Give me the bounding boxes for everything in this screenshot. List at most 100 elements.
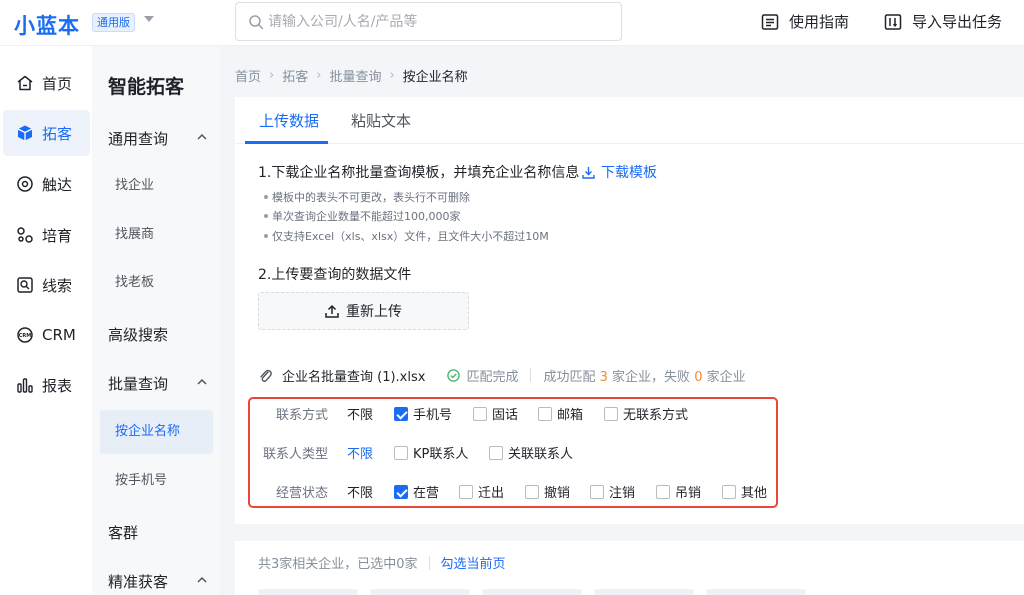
reupload-button[interactable]: 重新上传 xyxy=(258,292,469,330)
checkbox-related-contact[interactable]: 关联联系人 xyxy=(489,443,573,462)
group-label: 通用查询 xyxy=(108,130,169,148)
checkbox-checked[interactable] xyxy=(394,406,408,421)
chevron-right-icon: › xyxy=(269,68,275,83)
option-label: 手机号 xyxy=(413,408,453,423)
nurture-icon xyxy=(17,227,33,243)
group-label: 批量查询 xyxy=(108,375,169,393)
checkbox-landline[interactable]: 固话 xyxy=(473,404,518,423)
app-logo[interactable]: 小蓝本 xyxy=(14,10,80,40)
import-export-tasks-link[interactable]: 导入导出任务 xyxy=(884,11,1002,32)
nav-item-home[interactable]: 首页 xyxy=(3,60,90,106)
step1-text: 1.下载企业名称批量查询模板，并填充企业名称信息 xyxy=(258,165,580,181)
option-label: 邮箱 xyxy=(557,408,584,423)
nav-label: 线索 xyxy=(42,276,73,295)
checkbox-checked[interactable] xyxy=(394,484,408,499)
subnav-group-batch[interactable]: 批量查询 xyxy=(108,373,208,394)
checkbox[interactable] xyxy=(525,484,539,499)
tab-bar: 上传数据 粘贴文本 xyxy=(235,97,1024,144)
checkbox-no-contact[interactable]: 无联系方式 xyxy=(604,404,688,423)
chevron-up-icon xyxy=(197,133,207,140)
nav-item-nurture[interactable]: 培育 xyxy=(3,212,90,258)
nav-item-crm[interactable]: CRM CRM xyxy=(3,312,90,358)
checkbox-in-operation[interactable]: 在营 xyxy=(394,482,439,501)
selection-summary: 共3家相关企业，已选中0家 xyxy=(258,557,418,572)
checkbox-email[interactable]: 邮箱 xyxy=(538,404,583,423)
subnav-title: 智能拓客 xyxy=(108,76,185,98)
checkbox[interactable] xyxy=(394,445,408,460)
step2-text: 2.上传要查询的数据文件 xyxy=(258,267,412,283)
contact-type-label: 联系人类型 xyxy=(262,447,328,462)
subnav-item-customer-group[interactable]: 客群 xyxy=(108,522,208,543)
reupload-label: 重新上传 xyxy=(346,304,402,320)
breadcrumb-home[interactable]: 首页 xyxy=(235,66,261,85)
nav-item-tuoke[interactable]: 拓客 xyxy=(3,110,90,156)
subnav-item-find-company[interactable]: 找企业 xyxy=(100,164,213,208)
chevron-right-icon: › xyxy=(389,68,395,83)
checkbox-moved-out[interactable]: 迁出 xyxy=(459,482,504,501)
match-status-label: 匹配完成 xyxy=(466,369,519,385)
tab-upload-data[interactable]: 上传数据 xyxy=(259,110,319,131)
subnav-item-by-phone[interactable]: 按手机号 xyxy=(100,459,213,503)
cube-icon xyxy=(17,125,33,141)
option-label: 其他 xyxy=(741,486,768,501)
option-label: 在营 xyxy=(413,486,440,501)
result-suffix: 家企业 xyxy=(706,369,746,385)
checkbox-kp-contact[interactable]: KP联系人 xyxy=(394,443,468,462)
checkbox[interactable] xyxy=(459,484,473,499)
import-export-icon xyxy=(884,13,902,30)
nav-item-reach[interactable]: 触达 xyxy=(3,161,90,207)
subnav-item-by-company-name[interactable]: 按企业名称 xyxy=(100,410,213,454)
checkbox-revoked[interactable]: 撤销 xyxy=(525,482,570,501)
checkbox[interactable] xyxy=(722,484,736,499)
download-template-link[interactable]: 下载模板 xyxy=(582,162,657,182)
option-label: 撤销 xyxy=(544,486,571,501)
match-result: 成功匹配 3 家企业，失败 0 家企业 xyxy=(543,366,745,385)
checkbox-license-revoked[interactable]: 吊销 xyxy=(656,482,701,501)
chevron-right-icon: › xyxy=(316,68,322,83)
global-search[interactable] xyxy=(235,2,622,41)
nav-label: 拓客 xyxy=(42,124,73,143)
chart-bars-icon xyxy=(17,378,33,393)
breadcrumb-batch[interactable]: 批量查询 xyxy=(329,66,381,85)
tab-paste-text[interactable]: 粘贴文本 xyxy=(351,110,411,131)
contact-type-unlimited[interactable]: 不限 xyxy=(347,443,373,462)
checkbox[interactable] xyxy=(656,484,670,499)
checkbox[interactable] xyxy=(604,406,618,421)
contact-method-unlimited[interactable]: 不限 xyxy=(347,404,373,423)
download-icon xyxy=(582,166,595,179)
clue-icon xyxy=(17,277,33,293)
group-label: 精准获客 xyxy=(108,573,169,591)
result-list-card: 共3家相关企业，已选中0家 勾选当前页 xyxy=(235,541,1024,595)
checkbox-mobile[interactable]: 手机号 xyxy=(394,404,452,423)
checkbox[interactable] xyxy=(590,484,604,499)
subnav-group-precise[interactable]: 精准获客 xyxy=(108,571,208,592)
download-template-label: 下载模板 xyxy=(601,165,657,181)
checkbox-cancelled[interactable]: 注销 xyxy=(590,482,635,501)
checkbox[interactable] xyxy=(489,445,503,460)
search-input[interactable] xyxy=(268,11,608,33)
subnav-item-find-exhibitor[interactable]: 找展商 xyxy=(100,213,213,257)
paperclip-icon xyxy=(260,369,272,382)
checkbox[interactable] xyxy=(538,406,552,421)
business-status-unlimited[interactable]: 不限 xyxy=(347,482,373,501)
checkbox-other[interactable]: 其他 xyxy=(722,482,767,501)
nav-item-reports[interactable]: 报表 xyxy=(3,362,90,408)
subnav-item-advanced-search[interactable]: 高级搜索 xyxy=(108,324,208,345)
uploaded-file-name[interactable]: 企业名批量查询 (1).xlsx xyxy=(282,366,425,385)
home-icon xyxy=(17,75,33,91)
toolbar-placeholder xyxy=(706,589,806,595)
nav-item-clues[interactable]: 线索 xyxy=(3,262,90,308)
checkbox[interactable] xyxy=(473,406,487,421)
chevron-up-icon xyxy=(197,576,207,583)
option-label: 固话 xyxy=(492,408,519,423)
divider xyxy=(530,368,532,382)
subnav-group-general[interactable]: 通用查询 xyxy=(108,128,208,149)
edition-badge[interactable]: 通用版 xyxy=(92,13,135,32)
select-current-page-link[interactable]: 勾选当前页 xyxy=(441,553,506,572)
caret-down-icon[interactable] xyxy=(144,16,154,22)
crm-icon: CRM xyxy=(17,327,33,343)
user-guide-link[interactable]: 使用指南 xyxy=(761,11,849,32)
breadcrumb-tuoke[interactable]: 拓客 xyxy=(282,66,308,85)
guide-doc-icon xyxy=(761,13,779,30)
subnav-item-find-boss[interactable]: 找老板 xyxy=(100,261,213,305)
